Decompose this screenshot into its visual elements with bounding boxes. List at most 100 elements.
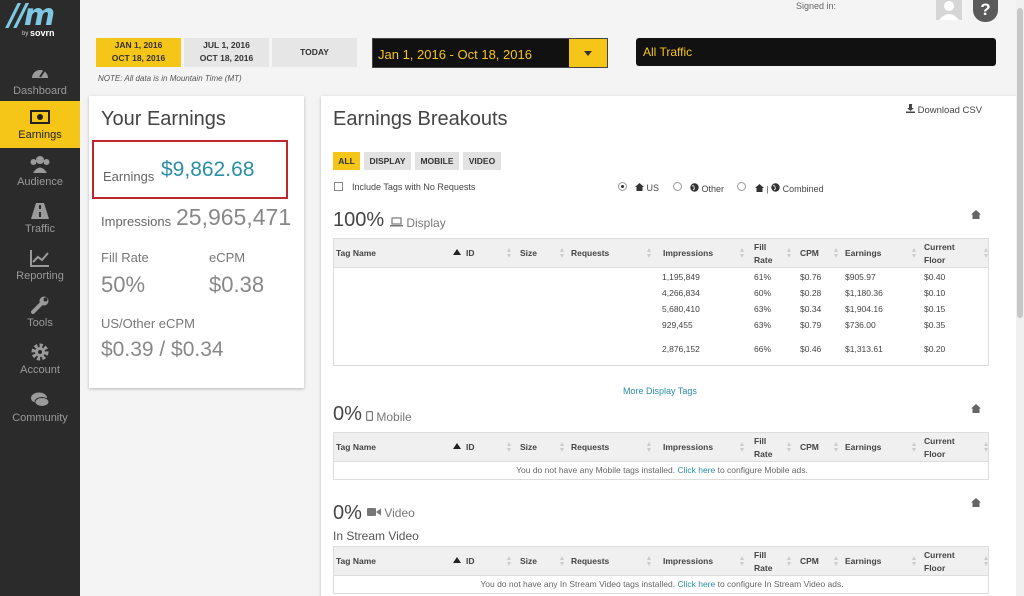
sort-icon[interactable] xyxy=(834,556,839,567)
date-preset-today-button[interactable]: TODAY xyxy=(272,38,357,67)
date-preset-jul-button[interactable]: JUL 1, 2016 OCT 18, 2016 xyxy=(184,38,269,67)
sort-icon[interactable] xyxy=(560,248,565,259)
home-icon[interactable] xyxy=(971,498,981,507)
column-header-size[interactable]: Size xyxy=(520,547,537,576)
home-icon[interactable] xyxy=(971,210,981,219)
column-header-fill-rate[interactable]: Fill Rate xyxy=(754,239,784,268)
sort-icon[interactable] xyxy=(507,248,512,259)
video-empty-message: You do not have any In Stream Video tags… xyxy=(334,579,990,589)
tab-display[interactable]: DISPLAY xyxy=(364,152,411,170)
video-configure-link[interactable]: Click here xyxy=(677,579,715,589)
sort-icon[interactable] xyxy=(912,248,917,259)
column-header-tag-name[interactable]: Tag Name xyxy=(336,547,376,576)
sort-icon[interactable] xyxy=(647,556,652,567)
sort-icon[interactable] xyxy=(740,556,745,567)
sort-icon[interactable] xyxy=(740,442,745,453)
nav-item-reporting[interactable]: Reporting xyxy=(0,242,80,289)
sort-ascending-icon[interactable] xyxy=(453,249,461,255)
sort-icon[interactable] xyxy=(647,442,652,453)
column-header-impressions[interactable]: Impressions xyxy=(663,239,713,268)
sort-icon[interactable] xyxy=(740,248,745,259)
include-no-requests-checkbox[interactable] xyxy=(334,182,343,191)
column-header-size[interactable]: Size xyxy=(520,433,537,462)
column-header-earnings[interactable]: Earnings xyxy=(845,239,881,268)
column-header-tag-name[interactable]: Tag Name xyxy=(336,433,376,462)
column-header-requests[interactable]: Requests xyxy=(571,433,609,462)
date-preset-ytd-button[interactable]: JAN 1, 2016 OCT 18, 2016 xyxy=(96,38,181,67)
column-header-impressions[interactable]: Impressions xyxy=(663,547,713,576)
sort-icon[interactable] xyxy=(984,556,989,567)
column-header-earnings[interactable]: Earnings xyxy=(845,433,881,462)
page-scrollbar[interactable] xyxy=(1016,0,1024,596)
mobile-configure-link[interactable]: Click here xyxy=(677,465,715,475)
sort-icon[interactable] xyxy=(787,556,792,567)
column-header-impressions[interactable]: Impressions xyxy=(663,433,713,462)
sort-icon[interactable] xyxy=(787,248,792,259)
column-header-tag-name[interactable]: Tag Name xyxy=(336,239,376,268)
more-display-tags-link[interactable]: More Display Tags xyxy=(623,386,697,396)
nav-item-community[interactable]: Community xyxy=(0,384,80,431)
nav-item-audience[interactable]: Audience xyxy=(0,148,80,195)
date-range-dropdown[interactable]: Jan 1, 2016 - Oct 18, 2016 xyxy=(372,38,608,68)
nav-item-earnings[interactable]: Earnings xyxy=(0,101,80,148)
column-header-id[interactable]: ID xyxy=(466,547,475,576)
column-header-cpm[interactable]: CPM xyxy=(800,433,819,462)
tab-mobile[interactable]: MOBILE xyxy=(415,152,459,170)
nav-item-dashboard[interactable]: Dashboard xyxy=(0,57,80,104)
column-header-requests[interactable]: Requests xyxy=(571,239,609,268)
sort-icon[interactable] xyxy=(560,442,565,453)
column-header-requests[interactable]: Requests xyxy=(571,547,609,576)
column-header-earnings[interactable]: Earnings xyxy=(845,547,881,576)
earnings-breakouts-card: Earnings Breakouts Download CSV ALL DISP… xyxy=(321,96,1016,596)
include-no-requests-label: Include Tags with No Requests xyxy=(352,182,476,192)
sovrn-logo[interactable]: //m by sovrn xyxy=(0,0,80,44)
column-header-fill-rate[interactable]: Fill Rate xyxy=(754,547,784,576)
traffic-select[interactable]: All Traffic xyxy=(636,38,996,66)
column-header-current-floor[interactable]: Current Floor xyxy=(924,433,960,462)
radio-combined[interactable] xyxy=(737,182,746,191)
home-icon[interactable] xyxy=(971,404,981,413)
sort-icon[interactable] xyxy=(834,442,839,453)
sort-icon[interactable] xyxy=(912,442,917,453)
sort-icon[interactable] xyxy=(507,442,512,453)
table-row[interactable]: 4,266,834 60% $0.28 $1,180.36 $0.10 xyxy=(334,285,990,301)
sort-icon[interactable] xyxy=(984,442,989,453)
table-row[interactable]: 1,195,849 61% $0.76 $905.97 $0.40 xyxy=(334,269,990,285)
column-header-cpm[interactable]: CPM xyxy=(800,239,819,268)
sort-icon[interactable] xyxy=(787,442,792,453)
sort-ascending-icon[interactable] xyxy=(453,443,461,449)
sort-icon[interactable] xyxy=(507,556,512,567)
column-header-id[interactable]: ID xyxy=(466,239,475,268)
help-icon[interactable]: ? xyxy=(973,0,998,22)
column-header-current-floor[interactable]: Current Floor xyxy=(924,239,960,268)
column-header-fill-rate[interactable]: Fill Rate xyxy=(754,433,784,462)
sort-icon[interactable] xyxy=(647,248,652,259)
sort-icon[interactable] xyxy=(834,248,839,259)
radio-other-label: Other xyxy=(690,183,724,194)
home-icon xyxy=(635,183,644,191)
column-header-id[interactable]: ID xyxy=(466,433,475,462)
table-row[interactable]: 929,455 63% $0.79 $736.00 $0.35 xyxy=(334,317,990,333)
download-csv-link[interactable]: Download CSV xyxy=(906,104,982,116)
radio-us[interactable] xyxy=(618,182,627,191)
chevron-down-icon[interactable] xyxy=(569,39,607,67)
nav-item-traffic[interactable]: Traffic xyxy=(0,195,80,242)
sort-icon[interactable] xyxy=(560,556,565,567)
tab-video[interactable]: VIDEO xyxy=(463,152,501,170)
column-header-cpm[interactable]: CPM xyxy=(800,547,819,576)
globe-icon xyxy=(690,183,699,192)
nav-item-account[interactable]: Account xyxy=(0,336,80,383)
sort-icon[interactable] xyxy=(912,556,917,567)
table-row[interactable]: 2,876,152 66% $0.46 $1,313.61 $0.20 xyxy=(334,341,990,357)
table-row[interactable]: 5,680,410 63% $0.34 $1,904.16 $0.15 xyxy=(334,301,990,317)
sort-icon[interactable] xyxy=(984,248,989,259)
scrollbar-thumb[interactable] xyxy=(1017,8,1023,318)
avatar[interactable] xyxy=(936,0,962,20)
radio-other[interactable] xyxy=(673,182,682,191)
tab-all[interactable]: ALL xyxy=(333,152,360,170)
column-header-size[interactable]: Size xyxy=(520,239,537,268)
column-header-current-floor[interactable]: Current Floor xyxy=(924,547,960,576)
nav-label: Dashboard xyxy=(13,85,67,97)
nav-item-tools[interactable]: Tools xyxy=(0,289,80,336)
sort-ascending-icon[interactable] xyxy=(453,557,461,563)
